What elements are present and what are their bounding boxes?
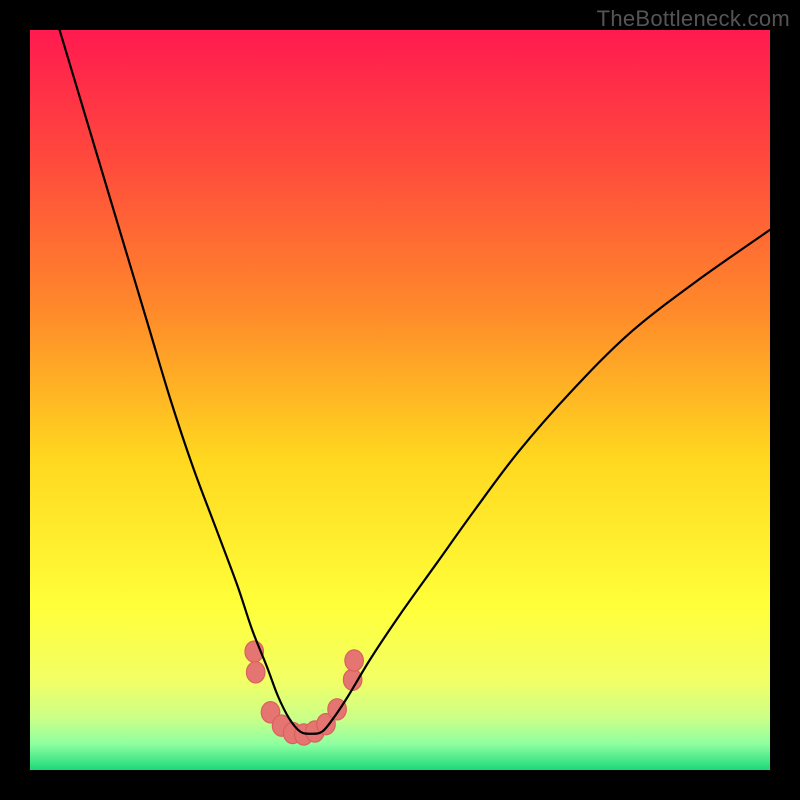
trough-marker xyxy=(345,650,364,671)
watermark-text: TheBottleneck.com xyxy=(597,6,790,32)
chart-frame: TheBottleneck.com xyxy=(0,0,800,800)
gradient-background xyxy=(30,30,770,770)
trough-marker xyxy=(246,662,265,683)
bottleneck-chart xyxy=(30,30,770,770)
plot-area xyxy=(30,30,770,770)
